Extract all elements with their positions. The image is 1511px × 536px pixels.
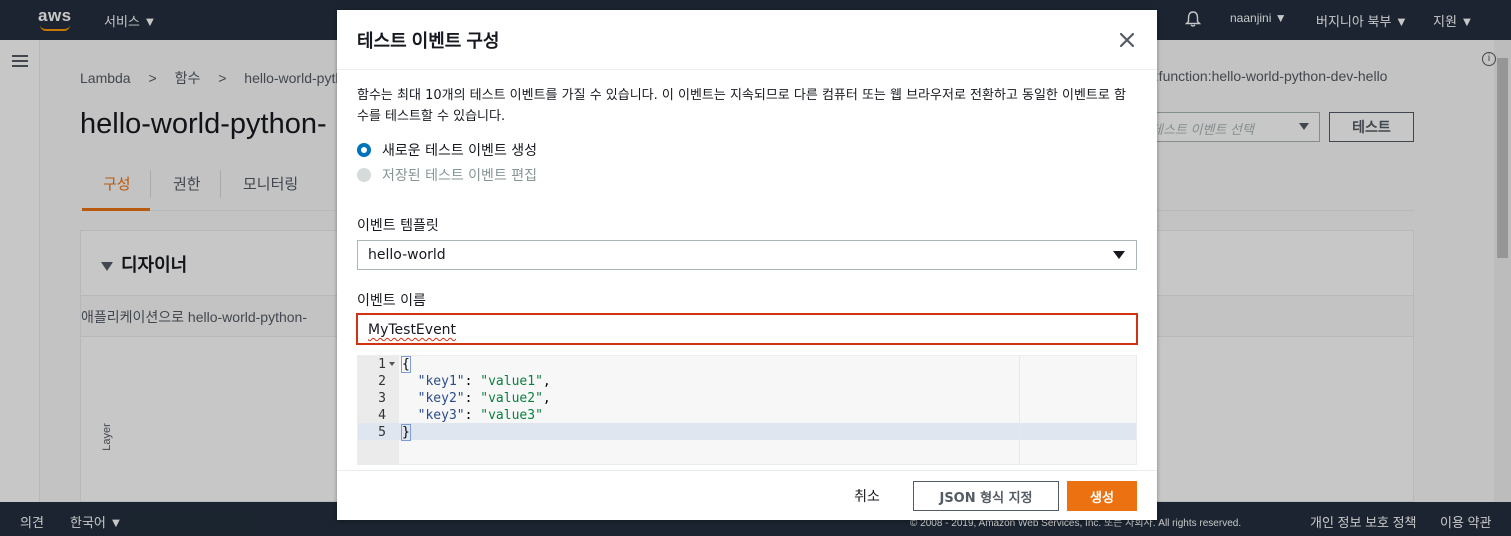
json-key: "key1"	[417, 374, 465, 389]
dialog-footer: 취소 JSON 형식 지정 생성	[337, 470, 1157, 520]
line-number: 4	[378, 408, 386, 423]
json-comma: ,	[542, 374, 551, 389]
json-value: "value2"	[480, 391, 543, 406]
event-name-input[interactable]: MyTestEvent	[356, 313, 1138, 345]
create-button[interactable]: 생성	[1067, 481, 1137, 511]
configure-test-event-dialog: 테스트 이벤트 구성 함수는 최대 10개의 테스트 이벤트를 가질 수 있습니…	[337, 10, 1157, 520]
json-key: "key3"	[417, 408, 465, 423]
json-key: "key2"	[417, 391, 465, 406]
radio-disabled-icon[interactable]	[357, 168, 371, 182]
dialog-intro-text: 함수는 최대 10개의 테스트 이벤트를 가질 수 있습니다. 이 이벤트는 지…	[357, 88, 1126, 124]
print-margin	[1019, 356, 1020, 464]
radio-selected-icon[interactable]	[357, 143, 371, 157]
code-line: {	[401, 356, 1002, 373]
json-code-editor[interactable]: 1 2 3 4 5 { "key1": "value1", "key2": "v…	[357, 355, 1137, 465]
editor-gutter: 1 2 3 4	[358, 356, 399, 464]
dialog-title: 테스트 이벤트 구성	[357, 31, 500, 51]
event-template-label: 이벤트 템플릿	[357, 218, 439, 234]
line-number: 1	[378, 357, 386, 372]
dialog-header: 테스트 이벤트 구성	[337, 10, 1157, 70]
code-line: "key1": "value1",	[417, 374, 551, 389]
radio-edit-saved-label: 저장된 테스트 이벤트 편집	[382, 168, 538, 184]
line-number: 5	[378, 425, 386, 440]
radio-create-new-label: 새로운 테스트 이벤트 생성	[382, 143, 538, 159]
event-template-value: hello-world	[368, 247, 446, 263]
code-brace-close: }	[401, 424, 411, 441]
json-value: "value3"	[480, 408, 543, 423]
code-brace-open: {	[401, 356, 411, 373]
json-comma: ,	[542, 391, 551, 406]
caret-down-icon	[1113, 251, 1125, 259]
fold-arrow-icon[interactable]	[389, 362, 395, 366]
json-value: "value1"	[480, 374, 543, 389]
cancel-button[interactable]: 취소	[845, 481, 889, 511]
code-line: }	[401, 424, 1002, 441]
format-json-button[interactable]: JSON 형식 지정	[913, 481, 1059, 511]
close-icon[interactable]	[1117, 30, 1137, 50]
event-template-select[interactable]: hello-world	[357, 240, 1137, 270]
code-line: "key3": "value3"	[417, 408, 543, 423]
event-name-label: 이벤트 이름	[357, 293, 426, 309]
line-number: 2	[378, 374, 386, 389]
code-line: "key2": "value2",	[417, 391, 551, 406]
line-number: 3	[378, 391, 386, 406]
